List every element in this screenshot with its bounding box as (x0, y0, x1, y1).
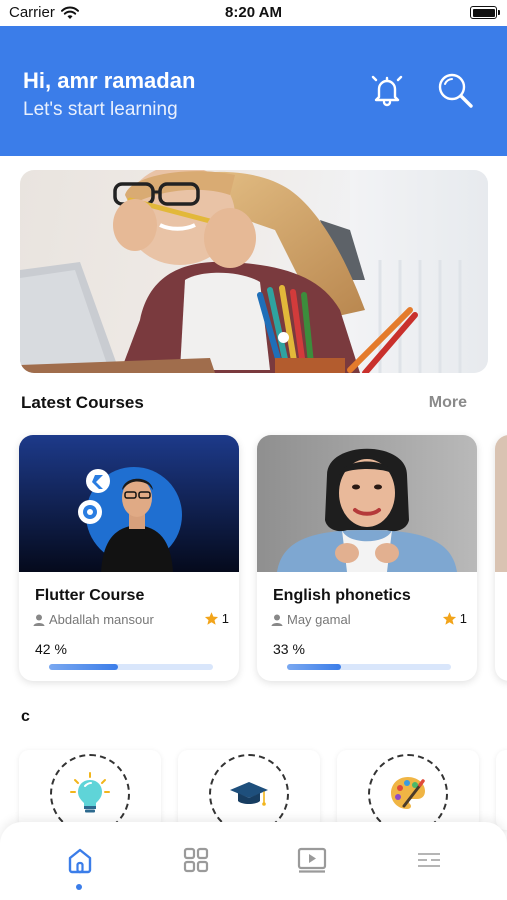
course-progress-bar (287, 664, 451, 670)
bottom-nav (0, 822, 507, 900)
course-progress-bar (49, 664, 213, 670)
search-icon[interactable] (435, 70, 475, 110)
graduation-cap-icon (230, 782, 268, 806)
course-title: English phonetics (273, 587, 411, 604)
category-card-partial[interactable] (496, 750, 507, 830)
palette-icon (391, 777, 425, 809)
course-author: May gamal (271, 612, 351, 627)
latest-courses-heading: Latest Courses (21, 393, 144, 412)
video-icon[interactable] (297, 846, 327, 874)
greeting-text: Hi, amr ramadan (23, 68, 196, 93)
subtitle-text: Let's start learning (23, 99, 178, 120)
star-icon (442, 612, 456, 625)
course-progress-label: 33 % (273, 641, 305, 657)
course-card[interactable]: Flutter Course Abdallah mansour 1 42 % (19, 435, 239, 681)
course-card[interactable]: English phonetics May gamal 1 33 % (257, 435, 477, 681)
course-rating-value: 1 (221, 611, 229, 626)
category-card[interactable] (19, 750, 161, 834)
course-rating: 1 (442, 611, 467, 626)
course-progress-fill (287, 664, 342, 670)
course-author-name: May gamal (287, 612, 351, 627)
bell-icon[interactable] (367, 70, 407, 110)
categories-heading: c (21, 708, 30, 725)
course-progress-label: 42 % (35, 641, 67, 657)
battery-icon (470, 6, 500, 19)
course-rating: 1 (204, 611, 229, 626)
course-thumbnail (495, 435, 507, 572)
promo-banner[interactable] (20, 170, 488, 373)
course-author: Abdallah mansour (33, 612, 154, 627)
grid-icon[interactable] (181, 846, 211, 874)
course-card-partial[interactable] (495, 435, 507, 681)
menu-lines-icon[interactable] (414, 846, 444, 874)
course-thumbnail (257, 435, 477, 572)
course-title: Flutter Course (35, 587, 145, 604)
banner-image (20, 170, 488, 373)
person-icon (271, 614, 283, 626)
course-progress-fill (49, 664, 118, 670)
course-author-name: Abdallah mansour (49, 612, 154, 627)
category-card[interactable] (178, 750, 320, 834)
more-link[interactable]: More (429, 394, 467, 412)
person-icon (33, 614, 45, 626)
status-time: 8:20 AM (225, 4, 282, 21)
lightbulb-icon (70, 772, 110, 813)
category-card[interactable] (337, 750, 479, 834)
course-thumbnail (19, 435, 239, 572)
status-bar: Carrier 8:20 AM (0, 0, 507, 26)
nav-active-indicator (76, 884, 82, 890)
course-rating-value: 1 (459, 611, 467, 626)
app-header: Hi, amr ramadan Let's start learning (0, 26, 507, 156)
carousel-dot-active[interactable] (278, 332, 289, 343)
star-icon (204, 612, 218, 625)
home-icon[interactable] (65, 846, 95, 874)
